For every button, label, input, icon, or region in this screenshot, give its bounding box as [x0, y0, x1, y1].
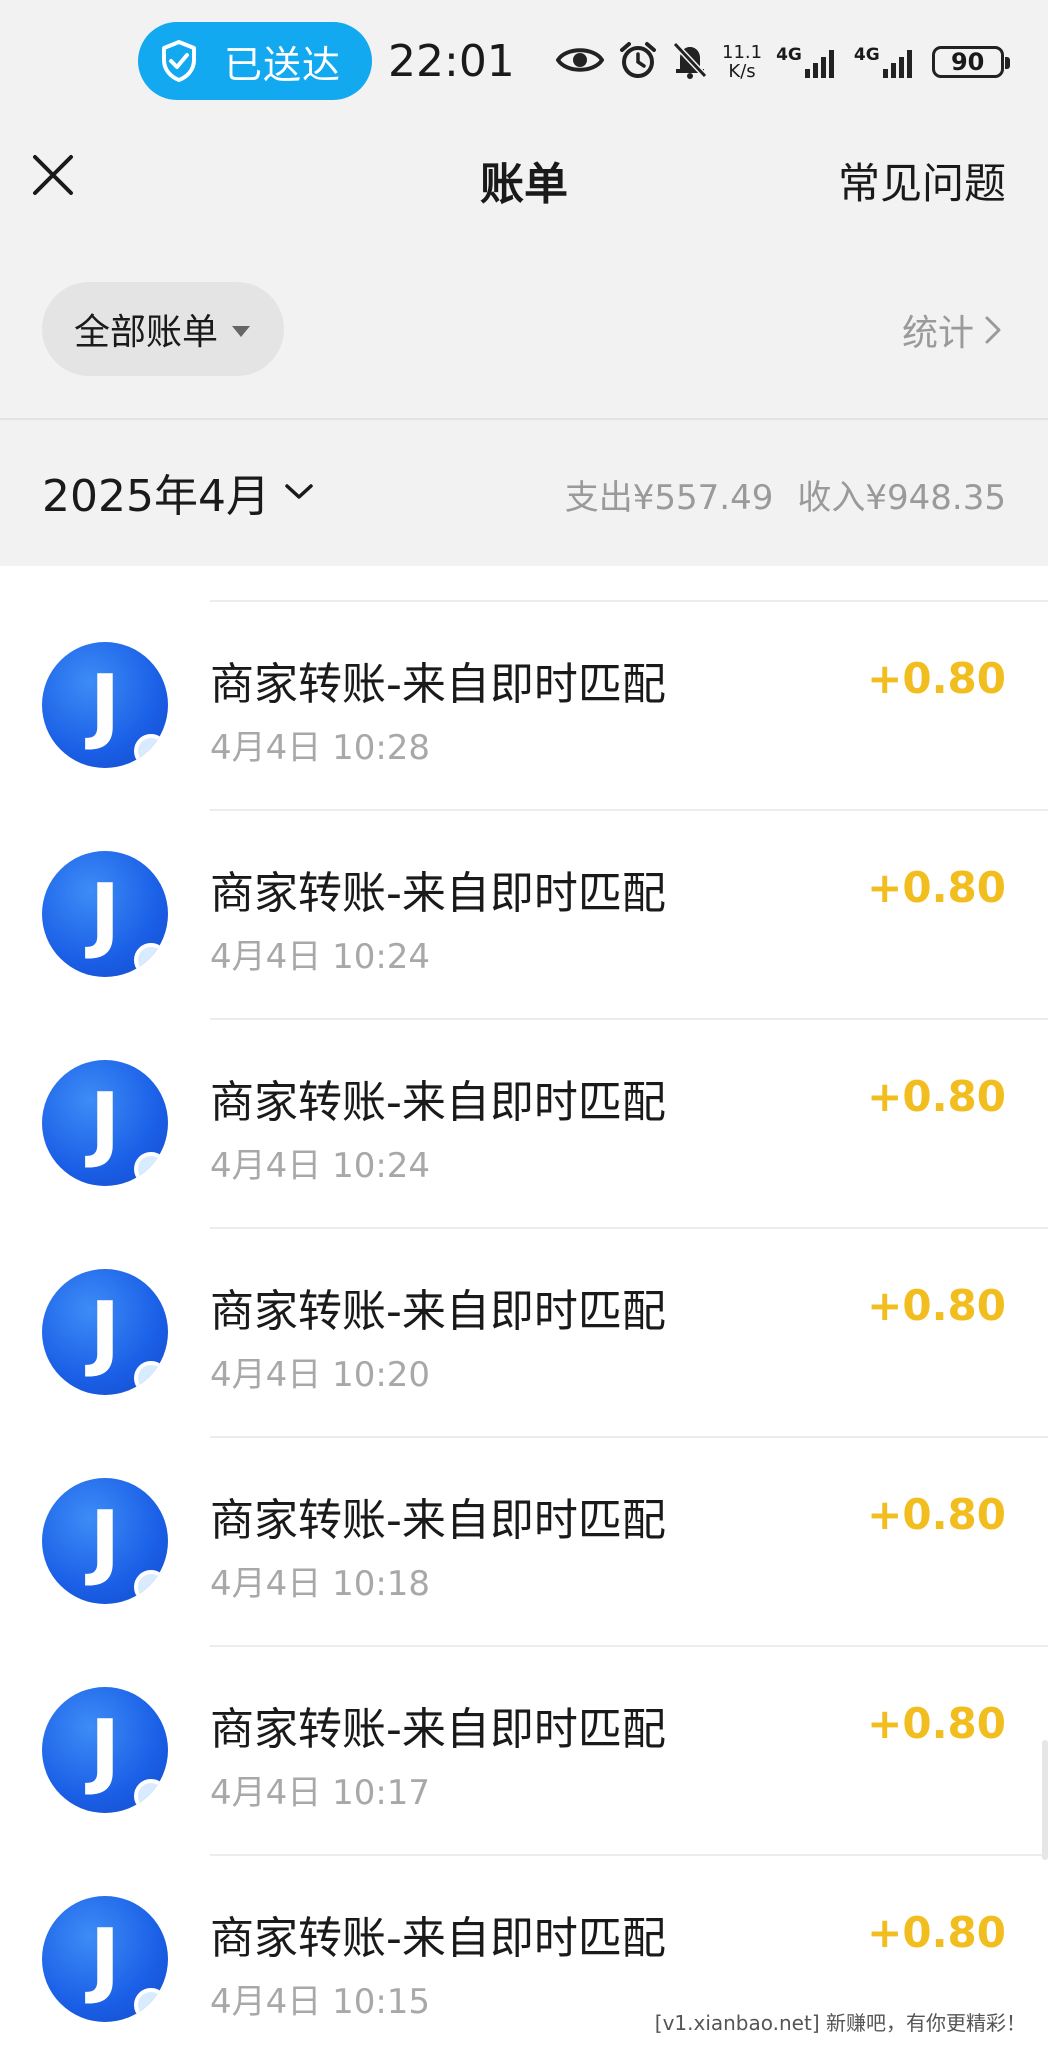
mute-bell-icon — [672, 40, 708, 84]
avatar-badge — [134, 1570, 168, 1604]
sent-status-pill[interactable]: 已送达 — [138, 22, 372, 100]
item-time: 4月4日 10:18 — [210, 1564, 431, 1604]
merchant-avatar: J — [42, 1478, 168, 1604]
merchant-avatar: J — [42, 1060, 168, 1186]
stats-label: 统计 — [901, 313, 974, 354]
list-item[interactable]: J 商家转账-来自即时匹配 4月4日 10:20 +0.80 — [0, 1229, 1048, 1438]
header: 账单 常见问题 — [0, 120, 1048, 232]
faq-link[interactable]: 常见问题 — [838, 150, 1006, 211]
caret-down-icon — [232, 325, 251, 337]
month-summary-row: 2025年4月 支出¥557.49 收入¥948.35 — [0, 420, 1048, 566]
merchant-avatar: J — [42, 642, 168, 768]
avatar-badge — [134, 734, 168, 768]
item-title: 商家转账-来自即时匹配 — [210, 1286, 666, 1337]
network-speed-value: 11.1 — [722, 42, 763, 63]
item-amount: +0.80 — [867, 654, 1006, 703]
item-amount: +0.80 — [867, 1490, 1006, 1539]
list-item[interactable]: J 商家转账-来自即时匹配 4月4日 10:17 +0.80 — [0, 1647, 1048, 1856]
chevron-right-icon — [984, 315, 1002, 345]
list-item[interactable]: J 商家转账-来自即时匹配 4月4日 10:24 +0.80 — [0, 1020, 1048, 1229]
item-amount: +0.80 — [867, 1908, 1006, 1957]
item-time: 4月4日 10:28 — [210, 728, 431, 768]
scrollbar[interactable] — [1042, 1740, 1048, 1860]
month-picker[interactable]: 2025年4月 — [42, 460, 314, 524]
item-title: 商家转账-来自即时匹配 — [210, 1495, 666, 1546]
network-type-2: 4G — [853, 45, 880, 65]
battery-indicator: 90 — [931, 46, 1010, 78]
alarm-icon — [618, 40, 658, 84]
month-totals: 支出¥557.49 收入¥948.35 — [565, 470, 1006, 519]
bill-type-label: 全部账单 — [74, 312, 219, 353]
item-title: 商家转账-来自即时匹配 — [210, 1704, 666, 1755]
check-shield-icon — [156, 38, 202, 84]
bill-list: J 商家转账-来自即时匹配 4月4日 10:28 +0.80 J 商家转账-来自即时匹配 4… — [0, 566, 1048, 2048]
avatar-badge — [134, 1988, 168, 2022]
merchant-avatar: J — [42, 1896, 168, 2022]
item-time: 4月4日 10:17 — [210, 1773, 431, 1813]
merchant-avatar: J — [42, 1687, 168, 1813]
item-time: 4月4日 10:24 — [210, 937, 431, 977]
network-type-1: 4G — [776, 45, 802, 65]
avatar-badge — [134, 1779, 168, 1813]
chevron-down-icon — [284, 482, 314, 502]
list-item[interactable]: J 商家转账-来自即时匹配 4月4日 10:18 +0.80 — [0, 1438, 1048, 1647]
list-item[interactable]: J 商家转账-来自即时匹配 4月4日 10:24 +0.80 — [0, 811, 1048, 1020]
eye-icon — [555, 43, 605, 81]
watermark: [v1.xianbao.net] 新赚吧，有你更精彩！ — [644, 2003, 1036, 2040]
avatar-badge — [134, 943, 168, 977]
month-label: 2025年4月 — [42, 471, 270, 522]
filter-row: 全部账单 统计 — [0, 232, 1048, 420]
status-icons: 11.1 K/s 4G 4G 90 — [555, 36, 1018, 88]
item-amount: +0.80 — [867, 1699, 1006, 1748]
sent-label: 已送达 — [224, 42, 342, 87]
item-title: 商家转账-来自即时匹配 — [210, 1913, 666, 1964]
bill-type-dropdown[interactable]: 全部账单 — [42, 282, 284, 376]
expense-total: 支出¥557.49 — [564, 478, 774, 518]
signal-icon-2: 4G — [854, 45, 918, 79]
income-total: 收入¥948.35 — [797, 478, 1006, 518]
clock: 22:01 — [388, 36, 515, 87]
item-amount: +0.80 — [867, 1072, 1006, 1121]
avatar-badge — [134, 1361, 168, 1395]
item-amount: +0.80 — [867, 863, 1006, 912]
list-item[interactable]: J 商家转账-来自即时匹配 4月4日 10:28 +0.80 — [0, 602, 1048, 811]
merchant-avatar: J — [42, 851, 168, 977]
merchant-avatar: J — [42, 1269, 168, 1395]
item-title: 商家转账-来自即时匹配 — [210, 659, 666, 710]
network-speed: 11.1 K/s — [722, 43, 762, 81]
item-time: 4月4日 10:15 — [210, 1982, 431, 2022]
signal-icon-1: 4G — [776, 45, 840, 79]
item-time: 4月4日 10:20 — [210, 1355, 431, 1395]
avatar-badge — [134, 1152, 168, 1186]
item-title: 商家转账-来自即时匹配 — [210, 868, 666, 919]
item-title: 商家转账-来自即时匹配 — [210, 1077, 666, 1128]
stats-link[interactable]: 统计 — [902, 304, 1002, 356]
status-bar: 已送达 22:01 11.1 K/s 4G 4G 90 — [0, 0, 1048, 120]
item-time: 4月4日 10:24 — [210, 1146, 431, 1186]
item-amount: +0.80 — [867, 1281, 1006, 1330]
network-speed-unit: K/s — [728, 61, 756, 82]
